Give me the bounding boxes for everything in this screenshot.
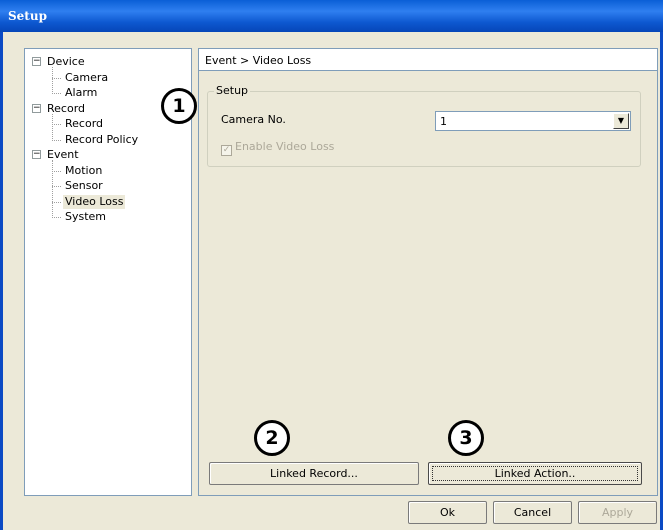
tree-item-label: Sensor [65,179,103,192]
window-client-area: − Device Camera Alarm − Record Record Record Po… [0,32,663,530]
tree-item-video-loss[interactable]: Video Loss [52,194,126,209]
tree-item-label: Video Loss [63,194,126,209]
tree-item-record-policy[interactable]: Record Policy [52,132,140,147]
setup-group-title: Setup [214,84,251,97]
tree-item-label: Record [65,117,104,130]
breadcrumb-text: Event > Video Loss [205,54,312,67]
cancel-button[interactable]: Cancel [493,501,572,524]
camera-no-value: 1 [440,115,447,128]
camera-no-label: Camera No. [221,113,286,126]
window-title: Setup [8,9,47,23]
enable-video-loss-checkbox: ✓ [221,145,232,156]
cancel-label: Cancel [513,506,552,519]
tree-item-label: Alarm [65,86,98,99]
tree-item-camera[interactable]: Camera [52,70,110,85]
callout-3: 3 [448,420,484,456]
collapse-icon[interactable]: − [32,103,41,113]
chevron-down-icon[interactable]: ▼ [613,113,629,129]
linked-action-button[interactable]: Linked Action.. [428,462,642,485]
tree-item-label: Motion [65,163,103,177]
camera-no-select[interactable]: 1 ▼ [435,111,631,131]
tree-item-label: System [65,210,107,223]
collapse-icon[interactable]: − [32,57,41,66]
ok-button[interactable]: Ok [408,501,487,524]
tree-item-label: Event [47,148,79,161]
callout-1: 1 [161,88,197,124]
linked-record-label: Linked Record... [270,467,358,480]
setup-group: Setup Camera No. 1 ▼ ✓ Enable Video Loss [207,84,641,167]
enable-video-loss-label: Enable Video Loss [235,140,335,153]
ok-label: Ok [439,506,456,519]
collapse-icon[interactable]: − [32,150,41,159]
callout-2: 2 [254,420,290,456]
linked-record-button[interactable]: Linked Record... [209,462,419,485]
tree-item-label: Camera [65,70,109,84]
breadcrumb: Event > Video Loss [199,49,657,71]
tree-item-motion[interactable]: Motion [52,163,104,178]
tree-item-record[interactable]: Record [52,117,105,131]
tree-item-alarm[interactable]: Alarm [52,86,99,100]
tree-item-event-group[interactable]: − Event [32,148,81,162]
apply-label: Apply [601,506,634,519]
tree-item-label: Record Policy [65,132,139,146]
enable-video-loss-option: ✓ Enable Video Loss [221,140,334,156]
setup-window: Setup − Device Camera Alarm − Record Record Rec… [0,0,663,530]
tree-item-sensor[interactable]: Sensor [52,179,105,193]
tree-item-system[interactable]: System [52,210,108,224]
title-bar[interactable]: Setup [0,0,663,32]
apply-button[interactable]: Apply [578,501,657,524]
